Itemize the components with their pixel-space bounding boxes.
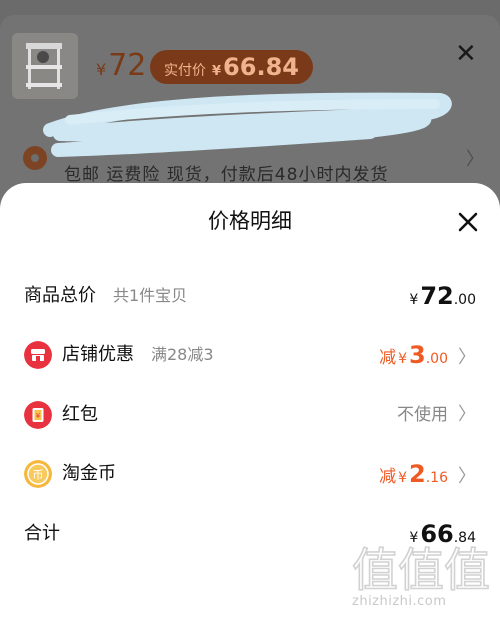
actual-price-badge: 实付价 ¥66.84 bbox=[150, 50, 313, 84]
row-label: 淘金币 bbox=[62, 463, 116, 484]
sheet-title: 价格明细 bbox=[208, 209, 292, 233]
svg-text:币: 币 bbox=[33, 469, 44, 482]
coin-icon: 币 bbox=[24, 460, 52, 488]
product-thumbnail[interactable] bbox=[12, 33, 78, 99]
svg-text:¥: ¥ bbox=[36, 412, 41, 420]
shop-discount-amount: 减 ¥3.00 bbox=[379, 341, 448, 369]
chevron-right-icon[interactable]: 〉 bbox=[458, 457, 476, 497]
row-label: 合计 bbox=[24, 523, 60, 544]
svg-text:值值值: 值值值 bbox=[352, 543, 490, 597]
row-note: 共1件宝贝 bbox=[113, 286, 188, 305]
watermark-site: zhizhizhi.com bbox=[352, 594, 447, 609]
close-icon[interactable] bbox=[455, 209, 481, 235]
coin-discount-amount: 减 ¥2.16 bbox=[379, 460, 448, 488]
redaction-scribble bbox=[43, 92, 452, 157]
chevron-right-icon[interactable]: 〉 bbox=[458, 395, 476, 435]
chevron-right-icon[interactable]: 〉 bbox=[466, 145, 484, 171]
shop-icon bbox=[24, 341, 52, 369]
row-taojinbi[interactable]: 币 淘金币 减 ¥2.16 〉 bbox=[0, 454, 500, 494]
chevron-right-icon[interactable]: 〉 bbox=[458, 338, 476, 378]
row-subtotal: 商品总价 共1件宝贝 ¥72.00 bbox=[0, 276, 500, 316]
row-label: 店铺优惠 bbox=[62, 344, 134, 365]
row-note: 满28减3 bbox=[151, 345, 214, 364]
red-envelope-status: 不使用 bbox=[397, 405, 448, 425]
service-info-line: 包邮 运费险 现货，付款后48小时内发货 bbox=[64, 165, 389, 185]
watermark-logo: 值值值 bbox=[351, 542, 491, 598]
subtotal-amount: ¥72.00 bbox=[409, 282, 476, 310]
row-shop-discount[interactable]: 店铺优惠 满28减3 减 ¥3.00 〉 bbox=[0, 335, 500, 375]
row-label: 商品总价 bbox=[24, 285, 96, 306]
close-icon[interactable]: ✕ bbox=[455, 40, 477, 68]
row-label: 红包 bbox=[62, 404, 98, 425]
red-envelope-icon: ¥ bbox=[24, 401, 52, 429]
background-price: ¥72 bbox=[96, 48, 147, 83]
row-red-envelope[interactable]: ¥ 红包 不使用 〉 bbox=[0, 395, 500, 435]
